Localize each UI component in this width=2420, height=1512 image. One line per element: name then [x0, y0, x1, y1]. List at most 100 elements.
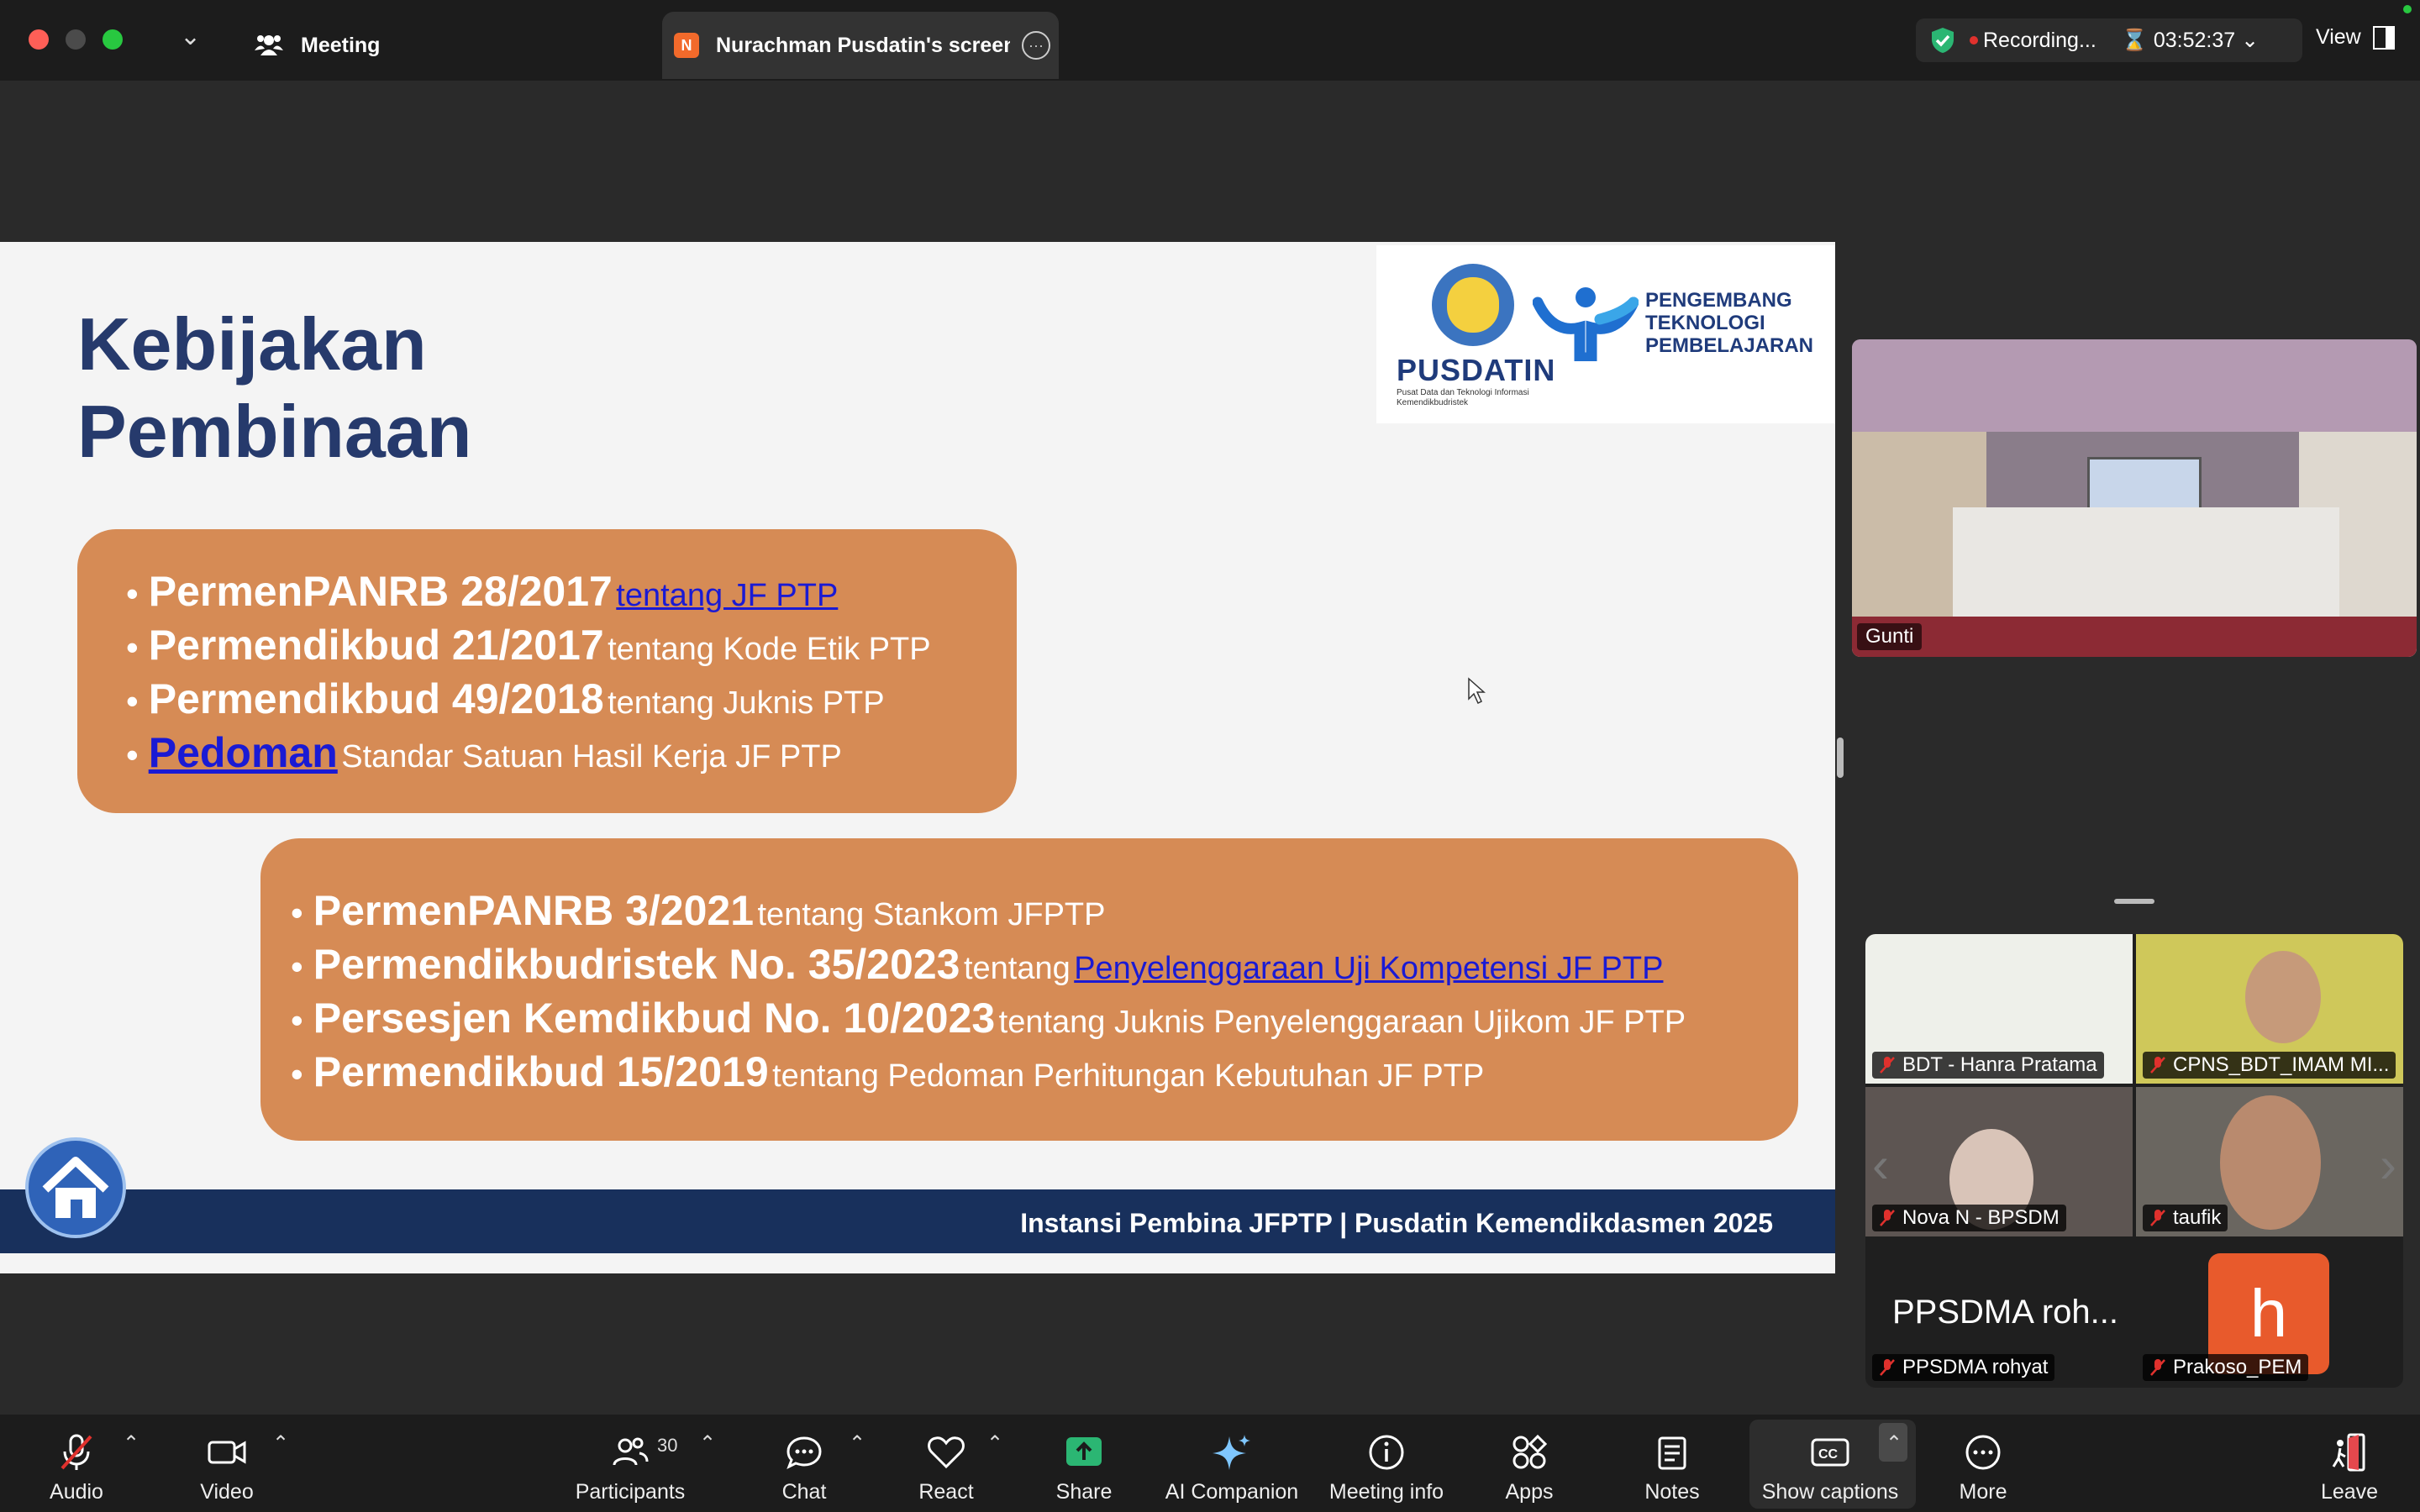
ptp-logo-line-1: PENGEMBANG	[1645, 289, 1792, 312]
list-item: • Pedoman Standar Satuan Hasil Kerja JF P…	[126, 729, 842, 776]
speaker-video[interactable]: Gunti	[1852, 339, 2417, 657]
list-item: • Permendikbudristek No. 35/2023 tentang …	[291, 941, 1664, 988]
participant-tile[interactable]: Nova N - BPSDM	[1865, 1087, 2133, 1236]
minimize-window-button[interactable]	[66, 29, 86, 50]
chat-options-caret[interactable]: ⌃	[849, 1431, 865, 1456]
ptp-logo-line-2: TEKNOLOGI	[1645, 312, 1765, 334]
chevron-left-icon[interactable]: ‹	[1872, 1136, 1889, 1194]
participant-tile-label: Prakoso_PEM	[2143, 1354, 2309, 1381]
ptp-logo-text: PENGEMBANG TEKNOLOGI PEMBELAJARAN	[1645, 289, 1813, 357]
slide-footer-text: Instansi Pembina JFPTP | Pusdatin Kemend…	[1020, 1208, 1773, 1238]
leave-button[interactable]: Leave	[2316, 1415, 2383, 1512]
participant-tile-label: PPSDMA rohyat	[1872, 1354, 2055, 1381]
react-options-caret[interactable]: ⌃	[986, 1431, 1003, 1456]
meeting-info-button[interactable]: Meeting info	[1328, 1415, 1445, 1512]
video-button[interactable]: Video	[193, 1415, 260, 1512]
leave-door-icon	[2332, 1433, 2365, 1472]
more-button[interactable]: More	[1949, 1415, 2017, 1512]
timer-value: 03:52:37	[2153, 29, 2236, 52]
shared-screen-slide: Kebijakan Pembinaan PUSDATIN Pusat Data …	[0, 242, 1835, 1273]
participant-name: Nova N - BPSDM	[1902, 1206, 2060, 1229]
title-bar: ⌄ Meeting N Nurachman Pusdatin's screen …	[0, 0, 2420, 81]
ujikom-link[interactable]: Penyelenggaraan Uji Kompetensi JF PTP	[1074, 951, 1663, 986]
participant-name: taufik	[2173, 1206, 2222, 1229]
panel-resize-handle[interactable]	[1837, 738, 1844, 778]
closed-captions-icon: CC	[1811, 1438, 1849, 1467]
tab-screen-share-label: Nurachman Pusdatin's screen	[716, 33, 1010, 57]
notes-icon	[1658, 1436, 1686, 1470]
apps-icon	[1512, 1434, 1548, 1469]
status-dot-icon	[2403, 5, 2412, 13]
list-item: • Permendikbud 49/2018 tentang Juknis PTP	[126, 675, 885, 722]
more-icon	[1965, 1435, 2001, 1470]
audio-options-caret[interactable]: ⌃	[123, 1431, 139, 1456]
apps-button[interactable]: Apps	[1496, 1415, 1563, 1512]
ptp-logo-icon	[1533, 287, 1639, 361]
tut-wuri-handayani-emblem-icon	[1432, 264, 1514, 346]
recording-dot-icon	[1970, 36, 1978, 45]
participant-name: Prakoso_PEM	[2173, 1356, 2302, 1378]
pedoman-link[interactable]: Pedoman	[149, 729, 338, 776]
list-item: • Permendikbud 21/2017 tentang Kode Etik …	[126, 622, 931, 669]
participant-tile[interactable]: CPNS_BDT_IMAM MI...	[2136, 934, 2403, 1084]
home-icon[interactable]	[25, 1137, 126, 1238]
presenter-badge: N	[674, 33, 699, 58]
fullscreen-window-button[interactable]	[103, 29, 123, 50]
participant-name: PPSDMA rohyat	[1902, 1356, 2049, 1378]
people-icon	[255, 35, 283, 55]
logo-panel: PUSDATIN Pusat Data dan Teknologi Inform…	[1376, 245, 1835, 423]
tab-screen-share[interactable]: N Nurachman Pusdatin's screen ···	[662, 12, 1059, 79]
participants-options-caret[interactable]: ⌃	[699, 1431, 716, 1456]
slide-footer: Instansi Pembina JFPTP | Pusdatin Kemend…	[0, 1189, 1835, 1253]
sparkle-icon	[1213, 1435, 1250, 1470]
view-layout-icon	[2372, 25, 2395, 50]
slide-title: Kebijakan Pembinaan	[77, 301, 471, 475]
svg-text:CC: CC	[1818, 1447, 1839, 1462]
mic-muted-icon	[2150, 1210, 2165, 1226]
list-item: • Persesjen Kemdikbud No. 10/2023 tentang…	[291, 995, 1686, 1042]
share-button[interactable]: Share	[1050, 1415, 1118, 1512]
audio-button[interactable]: Audio	[39, 1415, 114, 1512]
pusdatin-logo-text: PUSDATIN	[1397, 353, 1556, 387]
speaker-name-tag: Gunti	[1857, 623, 1923, 650]
view-button[interactable]: View	[2316, 25, 2395, 50]
heart-icon	[928, 1436, 965, 1469]
participant-name: CPNS_BDT_IMAM MI...	[2173, 1053, 2390, 1076]
notes-button[interactable]: Notes	[1639, 1415, 1706, 1512]
regulation-link[interactable]: tentang JF PTP	[616, 578, 838, 613]
participant-tile[interactable]: BDT - Hanra Pratama	[1865, 934, 2133, 1084]
video-options-caret[interactable]: ⌃	[272, 1431, 289, 1456]
captions-options-caret[interactable]: ⌃	[1886, 1431, 1902, 1456]
video-camera-icon	[208, 1441, 246, 1464]
recording-status[interactable]: Recording... ⌛ 03:52:37 ⌄	[1916, 18, 2302, 62]
recording-label: Recording...	[1983, 28, 2096, 52]
mic-muted-icon	[60, 1434, 92, 1470]
info-icon	[1369, 1435, 1404, 1470]
slide-title-line-1: Kebijakan	[77, 302, 427, 386]
show-captions-button[interactable]: CC Show captions	[1756, 1415, 1904, 1512]
mic-muted-icon	[1880, 1359, 1895, 1376]
mouse-pointer-icon	[1468, 677, 1486, 705]
meeting-timer: ⌛ 03:52:37 ⌄	[2121, 29, 2260, 52]
chevron-right-icon[interactable]: ›	[2380, 1136, 2396, 1194]
list-item: • Permendikbud 15/2019 tentang Pedoman Pe…	[291, 1048, 1485, 1095]
gallery-resize-handle[interactable]	[2114, 899, 2154, 904]
chevron-down-icon[interactable]: ⌄	[180, 22, 201, 51]
close-window-button[interactable]	[29, 29, 49, 50]
tab-meeting[interactable]: Meeting	[235, 12, 647, 79]
more-options-icon[interactable]: ···	[1022, 31, 1050, 60]
participant-name: BDT - Hanra Pratama	[1902, 1053, 2097, 1076]
ai-companion-button[interactable]: AI Companion	[1165, 1415, 1299, 1512]
mic-muted-icon	[2150, 1057, 2165, 1074]
view-label: View	[2316, 25, 2361, 49]
mic-muted-icon	[1880, 1057, 1895, 1074]
chat-button[interactable]: Chat	[768, 1415, 840, 1512]
share-screen-icon	[1066, 1437, 1102, 1466]
participant-big-name: PPSDMA roh...	[1892, 1294, 2118, 1331]
react-button[interactable]: React	[913, 1415, 980, 1512]
participants-button[interactable]: Participants	[571, 1415, 689, 1512]
mic-muted-icon	[1880, 1210, 1895, 1226]
regulation-list-1: • PermenPANRB 28/2017 tentang JF PTP • Per…	[126, 564, 931, 780]
pusdatin-logo-subtitle: Pusat Data dan Teknologi Informasi Kemen…	[1397, 388, 1529, 407]
participant-tile[interactable]: taufik	[2136, 1087, 2403, 1236]
